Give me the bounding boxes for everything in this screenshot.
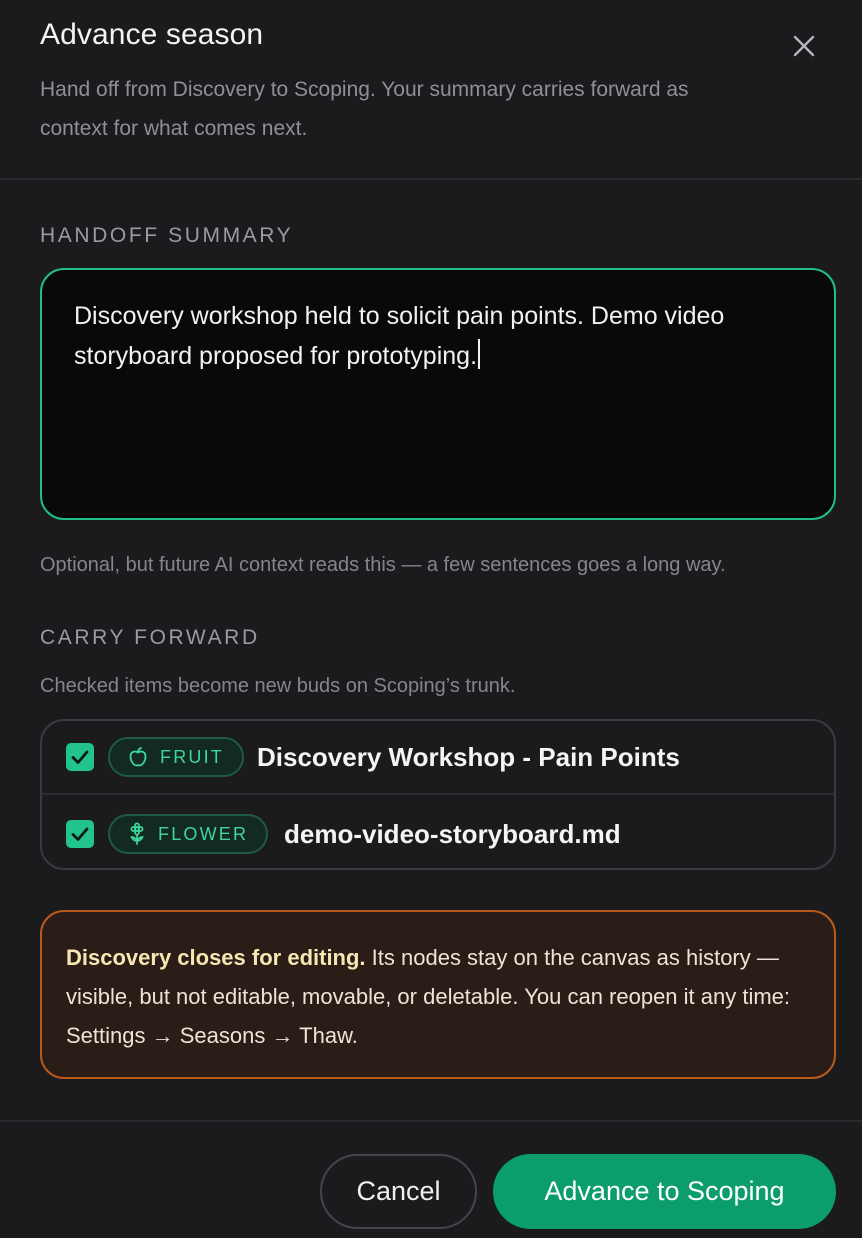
carry-forward-checkbox-fruit[interactable]	[66, 743, 94, 771]
carry-forward-item-flower[interactable]: FLOWER demo-video-storyboard.md	[42, 797, 834, 868]
checkmark-icon	[71, 827, 89, 841]
header-divider	[0, 178, 862, 180]
carry-forward-item-fruit[interactable]: FRUIT Discovery Workshop - Pain Points	[42, 721, 834, 795]
warning-title: Discovery closes for editing.	[66, 945, 366, 970]
carry-forward-item-title: Discovery Workshop - Pain Points	[257, 741, 680, 772]
footer-divider	[0, 1120, 862, 1122]
advance-to-scoping-button[interactable]: Advance to Scoping	[493, 1154, 836, 1229]
handoff-summary-textarea[interactable]: Discovery workshop held to solicit pain …	[40, 268, 836, 520]
checkmark-icon	[71, 750, 89, 764]
carry-forward-checkbox-flower[interactable]	[66, 820, 94, 848]
carry-forward-label: CARRY FORWARD	[40, 626, 260, 649]
cancel-button[interactable]: Cancel	[320, 1154, 477, 1229]
flower-icon	[130, 822, 144, 845]
badge-flower: FLOWER	[108, 814, 269, 854]
season-close-warning: Discovery closes for editing. Its nodes …	[40, 910, 836, 1079]
apple-icon	[129, 747, 147, 767]
badge-fruit: FRUIT	[108, 737, 244, 777]
handoff-summary-text: Discovery workshop held to solicit pain …	[74, 302, 725, 370]
text-caret	[478, 339, 481, 369]
carry-forward-hint: Checked items become new buds on Scoping…	[40, 675, 516, 697]
dialog-title: Advance season	[40, 18, 264, 51]
handoff-summary-label: HANDOFF SUMMARY	[40, 224, 294, 247]
advance-season-dialog: Advance season Hand off from Discovery t…	[0, 0, 862, 1238]
close-button[interactable]	[786, 28, 822, 64]
carry-forward-list: FRUIT Discovery Workshop - Pain Points F…	[40, 719, 836, 870]
dialog-subtitle: Hand off from Discovery to Scoping. Your…	[40, 78, 689, 140]
carry-forward-item-title: demo-video-storyboard.md	[284, 818, 621, 849]
badge-flower-label: FLOWER	[158, 823, 249, 844]
handoff-summary-hint: Optional, but future AI context reads th…	[40, 554, 726, 576]
badge-fruit-label: FRUIT	[160, 746, 224, 767]
close-icon	[793, 35, 815, 57]
